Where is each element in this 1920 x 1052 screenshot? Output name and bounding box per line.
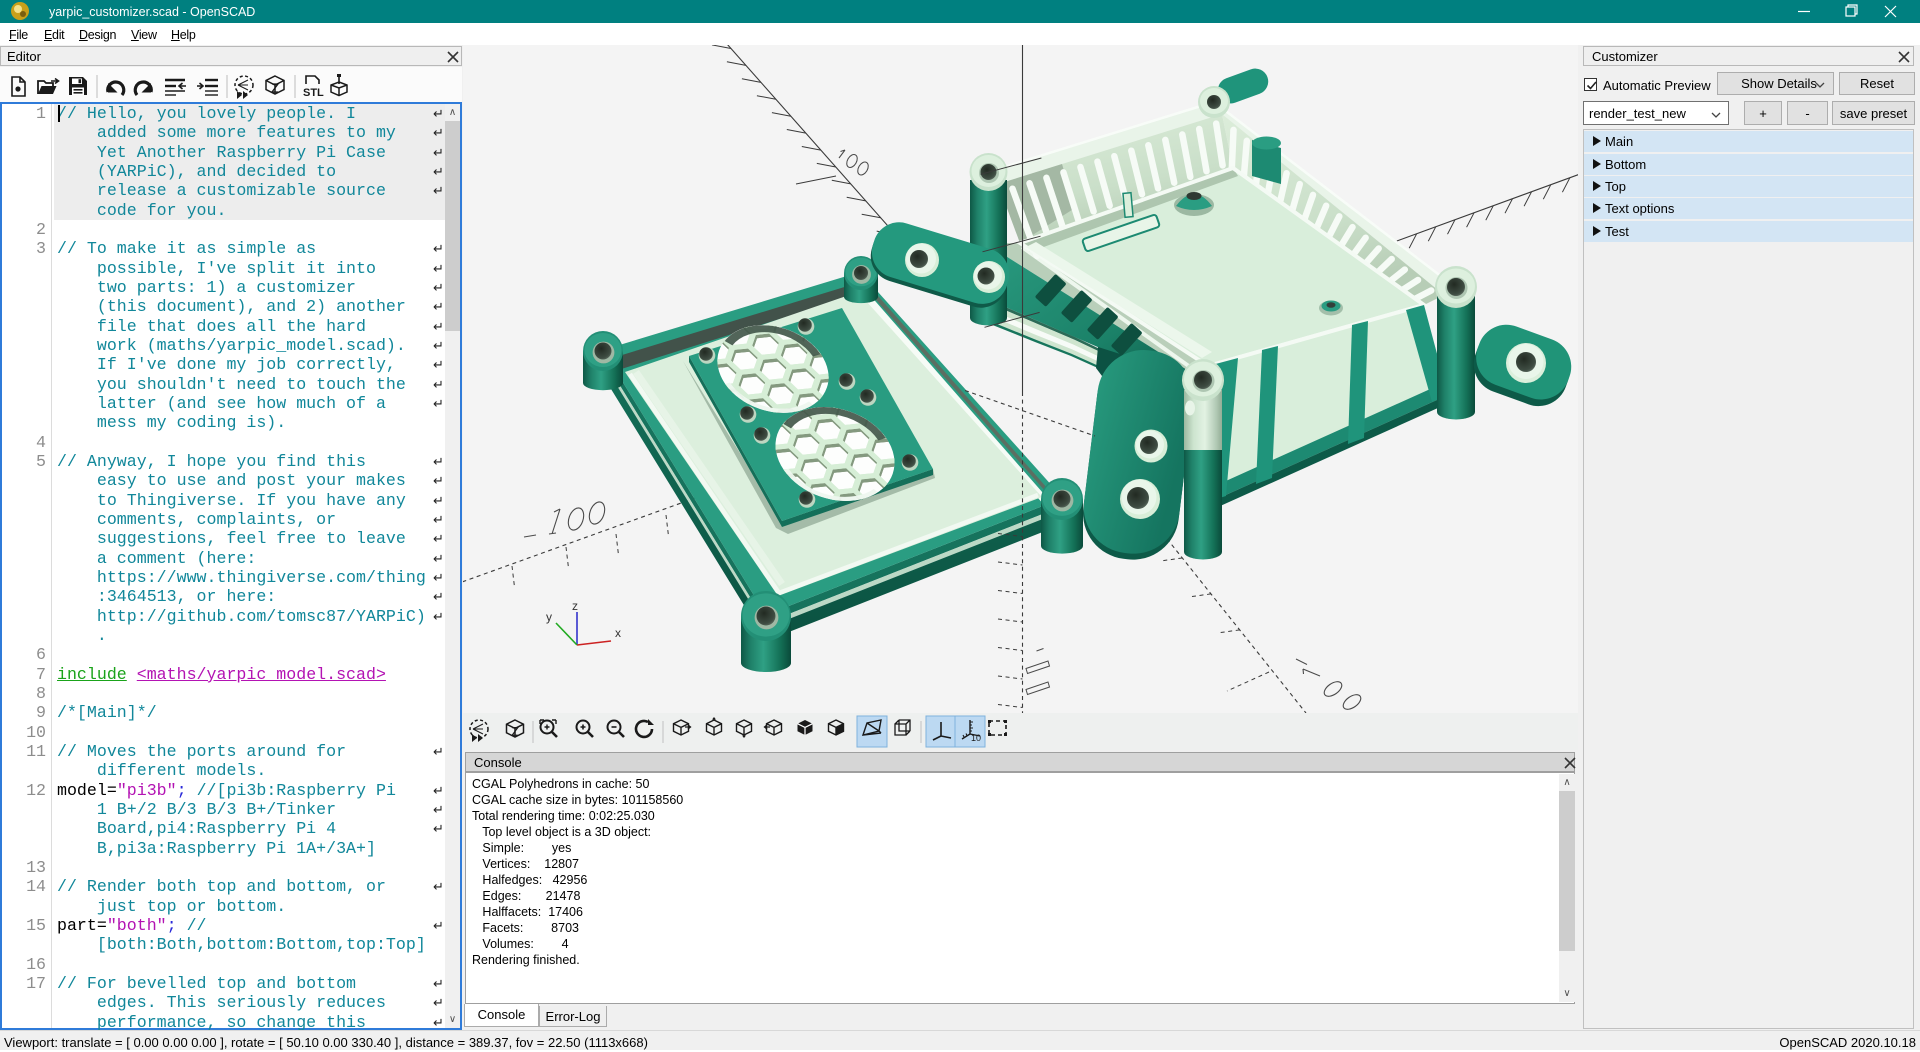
- svg-text:x: x: [615, 626, 621, 640]
- svg-text:STL: STL: [303, 87, 324, 99]
- svg-text:y: y: [546, 610, 552, 624]
- svg-text:z: z: [572, 599, 578, 613]
- svg-text:10: 10: [971, 733, 981, 743]
